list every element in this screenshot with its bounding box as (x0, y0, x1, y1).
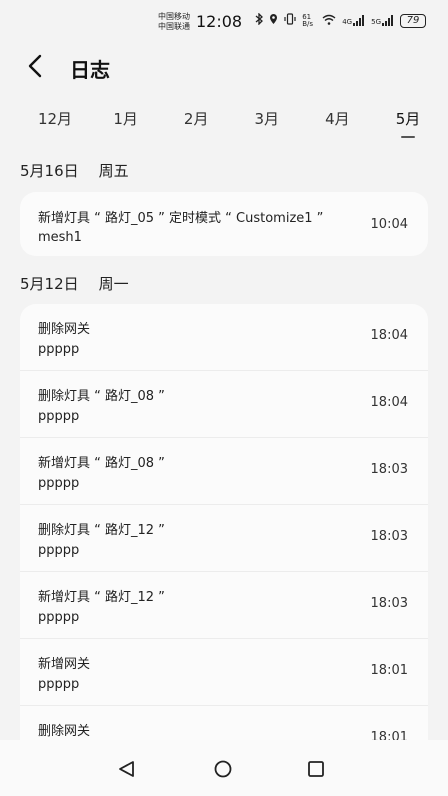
triangle-back-icon (117, 761, 137, 782)
log-entry-subtitle: ppppp (38, 677, 80, 692)
log-entry-subtitle: ppppp (38, 342, 80, 357)
page-title: 日志 (70, 58, 110, 82)
date-header: 5月16日 周五 (20, 160, 129, 181)
tab-month-5[interactable]: 5月 (390, 108, 426, 142)
log-entry-time: 18:03 (370, 529, 408, 544)
tab-month-12[interactable]: 12月 (37, 108, 73, 142)
log-entry-title: 删除网关 (38, 322, 91, 337)
log-entry[interactable]: 删除灯具 “ 路灯_08 ” ppppp 18:04 (20, 371, 428, 438)
date-header: 5月12日 周一 (20, 273, 129, 294)
status-bar: 中国移动 中国联通 12:08 61 B/s 4G 5G 79 (0, 0, 448, 42)
tab-month-3[interactable]: 3月 (249, 108, 285, 142)
log-entry[interactable]: 新增网关 ppppp 18:01 (20, 639, 428, 706)
date-label: 5月16日 (20, 162, 79, 180)
log-entry-title: 新增灯具 “ 路灯_05 ” 定时模式 “ Customize1 ” (38, 211, 324, 226)
log-card: 新增灯具 “ 路灯_05 ” 定时模式 “ Customize1 ” mesh1… (20, 192, 428, 256)
log-entry-time: 18:01 (370, 663, 408, 678)
log-entry-time: 18:04 (370, 328, 408, 343)
net-speed: 61 B/s (302, 12, 314, 28)
tab-month-4[interactable]: 4月 (319, 108, 355, 142)
log-entry-subtitle: ppppp (38, 543, 80, 558)
circle-home-icon (213, 760, 233, 782)
log-entry-time: 18:03 (370, 596, 408, 611)
log-entry-subtitle: ppppp (38, 610, 80, 625)
weekday-label: 周五 (98, 162, 129, 180)
log-entry-time: 10:04 (370, 217, 408, 232)
tab-month-1[interactable]: 1月 (108, 108, 144, 142)
log-entry[interactable]: 删除网关 ppppp 18:04 (20, 304, 428, 371)
nav-back-button[interactable] (117, 760, 137, 782)
log-entry-title: 新增灯具 “ 路灯_12 ” (38, 590, 165, 605)
log-entry[interactable]: 新增灯具 “ 路灯_12 ” ppppp 18:03 (20, 572, 428, 639)
location-icon (269, 13, 278, 28)
wifi-icon (322, 14, 336, 28)
log-entry-title: 删除网关 (38, 724, 91, 739)
back-button[interactable] (22, 52, 50, 80)
status-icons: 61 B/s 4G 5G 79 (255, 12, 426, 28)
weekday-label: 周一 (98, 275, 129, 293)
page-header: 日志 (0, 44, 448, 88)
log-entry-time: 18:04 (370, 395, 408, 410)
signal-2-label: 5G (371, 18, 381, 26)
status-clock: 12:08 (196, 12, 243, 31)
carrier-2: 中国联通 (158, 22, 190, 31)
nav-home-button[interactable] (213, 760, 233, 782)
signal-1-label: 4G (342, 18, 353, 26)
nav-recent-button[interactable] (306, 760, 326, 782)
chevron-left-icon (22, 54, 50, 84)
battery-indicator: 79 (400, 13, 426, 28)
vibrate-icon (284, 13, 296, 28)
log-entry[interactable]: 新增灯具 “ 路灯_05 ” 定时模式 “ Customize1 ” mesh1… (20, 192, 428, 256)
log-entry[interactable]: 删除灯具 “ 路灯_12 ” ppppp 18:03 (20, 505, 428, 572)
carrier-1: 中国移动 (158, 12, 190, 21)
log-entry-subtitle: mesh1 (38, 230, 82, 245)
log-card: 删除网关 ppppp 18:04 删除灯具 “ 路灯_08 ” ppppp 18… (20, 304, 428, 740)
log-entry[interactable]: 新增灯具 “ 路灯_08 ” ppppp 18:03 (20, 438, 428, 505)
system-nav-bar (0, 740, 448, 796)
square-recent-icon (306, 761, 326, 782)
date-label: 5月12日 (20, 275, 79, 293)
log-entry[interactable]: 删除网关 18:01 (20, 706, 428, 740)
log-entry-title: 新增网关 (38, 657, 91, 672)
bluetooth-icon (255, 12, 264, 28)
signal-5g-icon: 5G (371, 15, 394, 26)
log-entry-title: 新增灯具 “ 路灯_08 ” (38, 456, 165, 471)
log-entry-title: 删除灯具 “ 路灯_08 ” (38, 389, 165, 404)
log-entry-title: 删除灯具 “ 路灯_12 ” (38, 523, 165, 538)
signal-4g-icon: 4G (342, 15, 365, 26)
log-entry-subtitle: ppppp (38, 409, 80, 424)
log-entry-time: 18:01 (370, 730, 408, 740)
log-entry-time: 18:03 (370, 462, 408, 477)
month-tabs: 12月 1月 2月 3月 4月 5月 (0, 108, 448, 142)
log-entry-subtitle: ppppp (38, 476, 80, 491)
carrier-labels: 中国移动 中国联通 (158, 12, 190, 32)
tab-month-2[interactable]: 2月 (178, 108, 214, 142)
